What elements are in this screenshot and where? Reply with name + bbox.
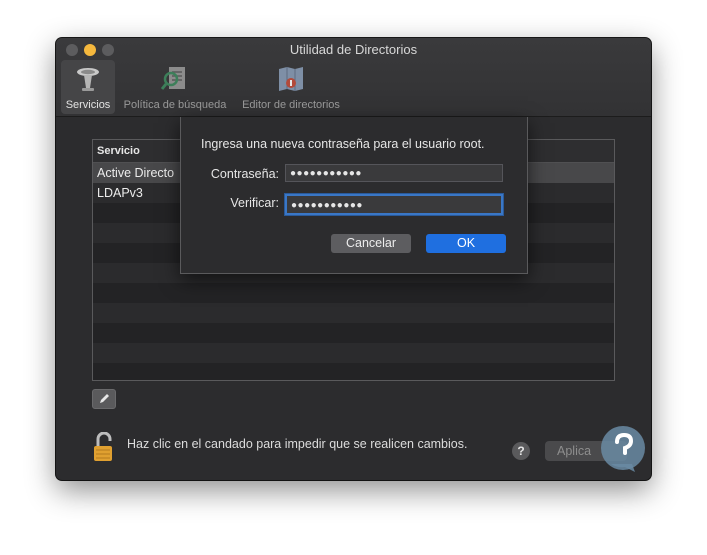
- ok-button[interactable]: OK: [426, 234, 506, 253]
- titlebar: Utilidad de Directorios Servicios Políti…: [56, 38, 651, 117]
- directory-utility-window: Utilidad de Directorios Servicios Políti…: [56, 38, 651, 480]
- window-title: Utilidad de Directorios: [289, 42, 418, 57]
- directory-editor-icon: [279, 67, 303, 91]
- tab-search-policy-label: Política de búsqueda: [123, 99, 227, 111]
- tab-directory-editor-label: Editor de directorios: [242, 99, 340, 111]
- lock-hint-text: Haz clic en el candado para impedir que …: [127, 437, 468, 451]
- cancel-button[interactable]: Cancelar: [331, 234, 411, 253]
- table-row-empty: [93, 303, 614, 323]
- sheet-message: Ingresa una nueva contraseña para el usu…: [201, 137, 485, 151]
- table-row-empty: [93, 323, 614, 343]
- edit-service-button[interactable]: [92, 389, 116, 409]
- help-bubble-watermark-icon: [601, 426, 645, 472]
- table-row-empty: [93, 343, 614, 363]
- root-password-sheet: Ingresa una nueva contraseña para el usu…: [180, 117, 528, 274]
- pencil-icon: [100, 394, 109, 403]
- tab-directory-editor[interactable]: Editor de directorios: [236, 60, 346, 114]
- help-button[interactable]: ?: [512, 442, 530, 460]
- tab-search-policy[interactable]: Política de búsqueda: [119, 60, 231, 114]
- tab-services-label: Servicios: [65, 99, 111, 111]
- search-policy-icon: [160, 67, 185, 90]
- unlocked-padlock-icon[interactable]: [92, 432, 116, 462]
- table-row-empty: [93, 363, 614, 380]
- verify-password-field[interactable]: ●●●●●●●●●●●: [285, 194, 503, 215]
- table-row-empty: [93, 283, 614, 303]
- password-label: Contraseña:: [210, 167, 279, 181]
- password-field[interactable]: ●●●●●●●●●●●: [285, 164, 503, 182]
- services-icon: [77, 68, 99, 91]
- verify-label: Verificar:: [230, 196, 279, 210]
- tab-services[interactable]: Servicios: [61, 60, 115, 114]
